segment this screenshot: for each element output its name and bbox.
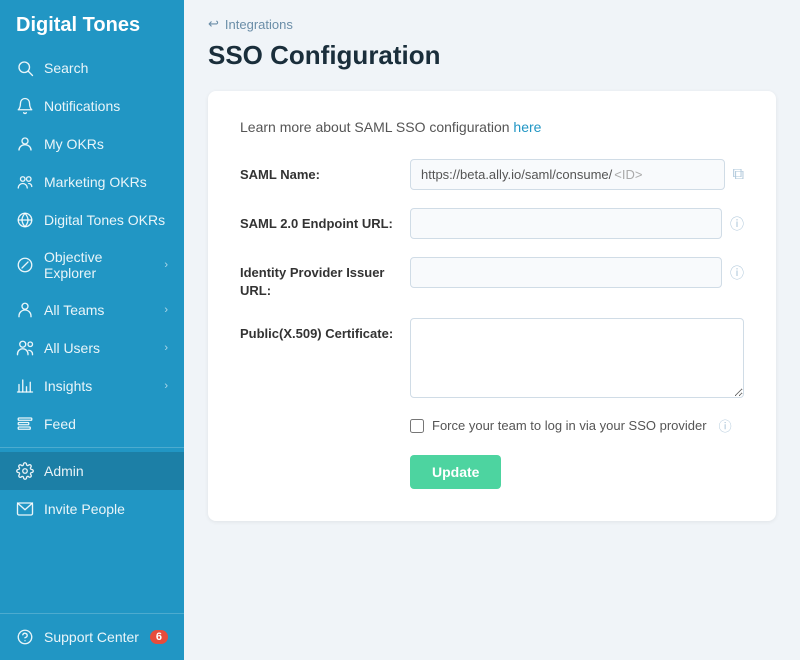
sidebar-label-all-users: All Users <box>44 340 100 356</box>
sidebar-label-invite-people: Invite People <box>44 501 125 517</box>
users-group-icon <box>16 301 34 319</box>
sidebar-item-digital-tones-okrs[interactable]: Digital Tones OKRs <box>0 201 184 239</box>
users-icon <box>16 339 34 357</box>
sso-checkbox[interactable] <box>410 419 424 433</box>
user-circle-icon <box>16 135 34 153</box>
checkbox-label[interactable]: Force your team to log in via your SSO p… <box>432 418 707 433</box>
identity-provider-label: Identity Provider Issuer URL: <box>240 257 410 300</box>
identity-provider-input[interactable] <box>410 257 722 288</box>
sidebar-item-objective-explorer[interactable]: Objective Explorer › <box>0 239 184 291</box>
gear-icon <box>16 462 34 480</box>
chevron-right-icon: › <box>164 259 168 271</box>
sidebar-bottom: Support Center 6 <box>0 613 184 660</box>
sidebar-label-all-teams: All Teams <box>44 302 104 318</box>
support-badge: 6 <box>150 630 168 644</box>
sidebar-label-my-okrs: My OKRs <box>44 136 104 152</box>
info-icon-endpoint[interactable]: ⓘ <box>730 214 744 234</box>
learn-more-link[interactable]: here <box>513 119 541 135</box>
sso-config-card: Learn more about SAML SSO configuration … <box>208 91 776 521</box>
compass-icon <box>16 256 34 274</box>
sidebar-label-search: Search <box>44 60 88 76</box>
sidebar-item-search[interactable]: Search <box>0 49 184 87</box>
sidebar: Digital Tones Search Notifications My OK… <box>0 0 184 660</box>
certificate-textarea[interactable] <box>410 318 744 398</box>
saml-name-control: https://beta.ally.io/saml/consume/ <ID> … <box>410 159 744 190</box>
team-icon <box>16 173 34 191</box>
saml-endpoint-label: SAML 2.0 Endpoint URL: <box>240 208 410 233</box>
sidebar-label-admin: Admin <box>44 463 84 479</box>
learn-more-prefix: Learn more about SAML SSO configuration <box>240 119 513 135</box>
search-icon <box>16 59 34 77</box>
learn-more-text: Learn more about SAML SSO configuration … <box>240 119 744 135</box>
feed-icon <box>16 415 34 433</box>
sidebar-label-marketing-okrs: Marketing OKRs <box>44 174 147 190</box>
sidebar-item-marketing-okrs[interactable]: Marketing OKRs <box>0 163 184 201</box>
certificate-label: Public(X.509) Certificate: <box>240 318 410 343</box>
saml-name-placeholder: <ID> <box>614 167 642 182</box>
certificate-row: Public(X.509) Certificate: <box>240 318 744 398</box>
breadcrumb-arrow: ↩ <box>208 16 219 32</box>
app-logo: Digital Tones <box>0 0 184 49</box>
saml-endpoint-control: ⓘ <box>410 208 744 239</box>
checkbox-row: Force your team to log in via your SSO p… <box>240 416 744 435</box>
sidebar-label-digital-tones-okrs: Digital Tones OKRs <box>44 212 165 228</box>
saml-name-row: SAML Name: https://beta.ally.io/saml/con… <box>240 159 744 190</box>
globe-icon <box>16 211 34 229</box>
sidebar-label-notifications: Notifications <box>44 98 120 114</box>
sidebar-item-admin[interactable]: Admin <box>0 452 184 490</box>
chart-icon <box>16 377 34 395</box>
update-button[interactable]: Update <box>410 455 501 489</box>
main-content: ↩ Integrations SSO Configuration Learn m… <box>184 0 800 660</box>
sidebar-label-feed: Feed <box>44 416 76 432</box>
saml-endpoint-row: SAML 2.0 Endpoint URL: ⓘ <box>240 208 744 239</box>
identity-provider-control: ⓘ <box>410 257 744 288</box>
chevron-right-icon: › <box>164 380 168 392</box>
sidebar-item-support[interactable]: Support Center 6 <box>0 618 184 656</box>
sidebar-item-invite-people[interactable]: Invite People <box>0 490 184 528</box>
saml-name-label: SAML Name: <box>240 159 410 184</box>
envelope-icon <box>16 500 34 518</box>
sidebar-label-objective-explorer: Objective Explorer <box>44 249 154 281</box>
info-icon-checkbox[interactable]: ⓘ <box>719 416 732 435</box>
sidebar-item-all-users[interactable]: All Users › <box>0 329 184 367</box>
bell-icon <box>16 97 34 115</box>
info-icon-idp[interactable]: ⓘ <box>730 263 744 283</box>
breadcrumb-label[interactable]: Integrations <box>225 17 293 32</box>
saml-name-field: https://beta.ally.io/saml/consume/ <ID> <box>410 159 725 190</box>
support-label: Support Center <box>44 629 139 645</box>
sidebar-label-insights: Insights <box>44 378 92 394</box>
chevron-right-icon: › <box>164 342 168 354</box>
help-circle-icon <box>16 628 34 646</box>
sidebar-item-all-teams[interactable]: All Teams › <box>0 291 184 329</box>
sidebar-item-feed[interactable]: Feed <box>0 405 184 443</box>
saml-name-value: https://beta.ally.io/saml/consume/ <box>421 167 612 182</box>
copy-icon[interactable]: ⧉ <box>733 166 744 184</box>
page-title: SSO Configuration <box>208 40 776 71</box>
identity-provider-row: Identity Provider Issuer URL: ⓘ <box>240 257 744 300</box>
sidebar-nav: Search Notifications My OKRs Marketing O… <box>0 49 184 613</box>
saml-endpoint-input[interactable] <box>410 208 722 239</box>
sidebar-item-notifications[interactable]: Notifications <box>0 87 184 125</box>
certificate-control <box>410 318 744 398</box>
sidebar-item-my-okrs[interactable]: My OKRs <box>0 125 184 163</box>
update-button-wrap: Update <box>240 455 744 489</box>
chevron-right-icon: › <box>164 304 168 316</box>
sidebar-item-insights[interactable]: Insights › <box>0 367 184 405</box>
breadcrumb: ↩ Integrations <box>208 16 776 32</box>
